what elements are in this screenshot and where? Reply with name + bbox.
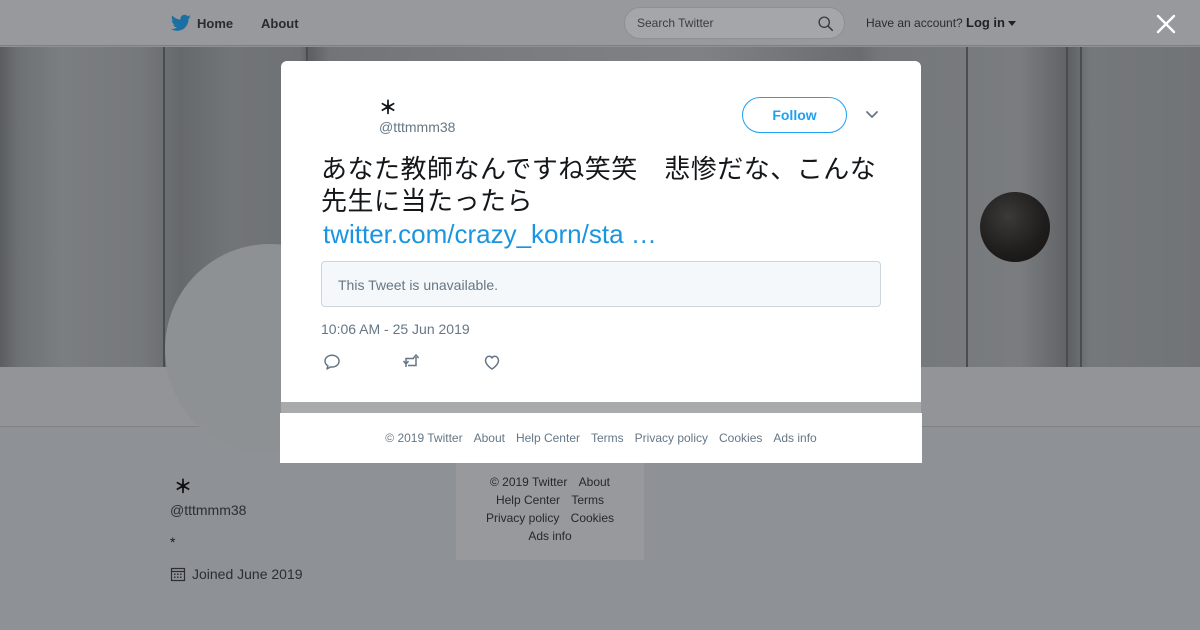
unavailable-message: This Tweet is unavailable. xyxy=(338,277,499,293)
modal-footer-ads-info[interactable]: Ads info xyxy=(773,431,816,445)
reply-icon[interactable] xyxy=(322,352,342,372)
tweet-author-handle[interactable]: @tttmmm38 xyxy=(379,119,455,135)
modal-divider xyxy=(281,402,921,413)
search-input[interactable]: Search Twitter xyxy=(624,7,845,39)
footer-link-help-center[interactable]: Help Center xyxy=(496,493,560,507)
profile-joined-date: Joined June 2019 xyxy=(170,566,303,582)
twitter-bird-icon[interactable] xyxy=(171,14,191,32)
tweet-author-name[interactable]: ＊ xyxy=(379,94,397,120)
follow-button[interactable]: Follow xyxy=(742,97,847,133)
modal-footer-copyright: © 2019 Twitter xyxy=(385,431,463,445)
tweet-link[interactable]: twitter.com/crazy_korn/sta … xyxy=(323,219,657,250)
caret-down-icon[interactable] xyxy=(1008,21,1016,26)
tweet-modal: ＊ @tttmmm38 Follow あなた教師なんですね笑笑 悲惨だな、こんな… xyxy=(281,61,921,402)
profile-handle[interactable]: @tttmmm38 xyxy=(170,502,246,518)
close-icon[interactable] xyxy=(1154,12,1178,36)
footer-link-about[interactable]: About xyxy=(579,475,610,489)
modal-footer-privacy[interactable]: Privacy policy xyxy=(635,431,708,445)
chevron-down-icon[interactable] xyxy=(865,109,879,121)
quoted-tweet-unavailable: This Tweet is unavailable. xyxy=(321,261,881,307)
footer-link-privacy[interactable]: Privacy policy xyxy=(486,511,559,525)
modal-footer-terms[interactable]: Terms xyxy=(591,431,624,445)
heart-icon[interactable] xyxy=(482,352,502,372)
login-link[interactable]: Log in xyxy=(966,15,1005,30)
side-footer: © 2019 Twitter About Help Center Terms P… xyxy=(456,463,644,560)
footer-link-cookies[interactable]: Cookies xyxy=(571,511,614,525)
footer-link-ads-info[interactable]: Ads info xyxy=(528,529,571,543)
calendar-icon xyxy=(170,567,186,582)
search-icon[interactable] xyxy=(817,15,834,32)
tweet-text: あなた教師なんですね笑笑 悲惨だな、こんな先生に当たったら xyxy=(321,155,877,217)
tweet-timestamp[interactable]: 10:06 AM - 25 Jun 2019 xyxy=(321,321,470,337)
modal-footer-help-center[interactable]: Help Center xyxy=(516,431,580,445)
retweet-icon[interactable] xyxy=(401,352,421,372)
nav-home-link[interactable]: Home xyxy=(197,0,233,46)
footer-link-terms[interactable]: Terms xyxy=(571,493,604,507)
modal-footer-about[interactable]: About xyxy=(474,431,505,445)
profile-bio: * xyxy=(170,534,176,550)
footer-copyright: © 2019 Twitter xyxy=(489,475,568,489)
account-prompt: Have an account? xyxy=(866,16,963,30)
nav-about-link[interactable]: About xyxy=(261,0,299,46)
top-navigation-bar: Home About Search Twitter Have an accoun… xyxy=(0,0,1200,46)
modal-footer: © 2019 Twitter About Help Center Terms P… xyxy=(280,413,922,463)
profile-name: ＊ xyxy=(174,477,192,497)
door-knob-shape xyxy=(980,192,1050,262)
modal-footer-cookies[interactable]: Cookies xyxy=(719,431,762,445)
search-placeholder: Search Twitter xyxy=(637,16,714,30)
joined-label: Joined June 2019 xyxy=(192,566,303,582)
